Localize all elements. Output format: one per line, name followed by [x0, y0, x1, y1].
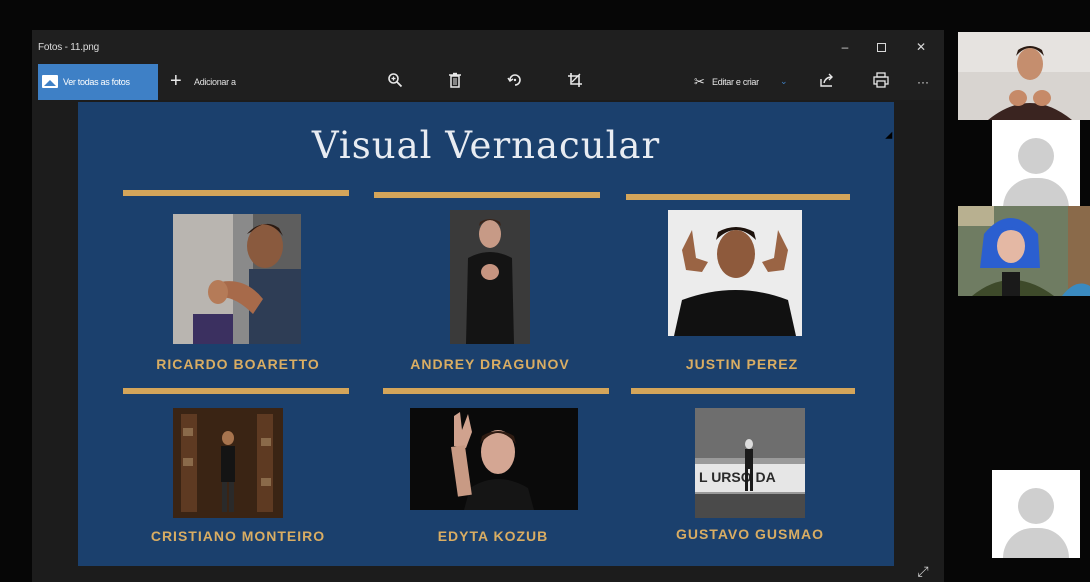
divider-bar — [626, 194, 850, 200]
share-icon[interactable] — [816, 72, 838, 92]
add-to-label: Adicionar a — [194, 77, 236, 87]
close-button[interactable]: ✕ — [904, 36, 938, 58]
crop-icon[interactable] — [564, 72, 586, 92]
performer-name: EDYTA KOZUB — [437, 528, 549, 544]
expand-icon[interactable]: ⤢ — [914, 563, 932, 579]
print-icon[interactable] — [870, 72, 892, 92]
performer-name: GUSTAVO GUSMAO — [675, 526, 825, 542]
divider-bar — [631, 388, 855, 394]
performer-name: RICARDO BOARETTO — [156, 356, 320, 372]
avatar-head-icon — [1018, 488, 1054, 524]
performer-photo — [450, 210, 530, 344]
desktop-screen: Fotos - 11.png – ✕ Ver todas as fotos + … — [0, 0, 1090, 582]
participant-avatar-tile[interactable] — [992, 120, 1080, 206]
window-title: Fotos - 11.png — [38, 42, 99, 53]
performer-name: ANDREY DRAGUNOV — [410, 356, 570, 372]
participant-video-tile[interactable] — [958, 32, 1090, 120]
title-bar: Fotos - 11.png – ✕ — [32, 30, 944, 64]
divider-bar — [123, 190, 349, 196]
rotate-icon[interactable] — [504, 72, 526, 92]
performer-photo — [173, 214, 301, 344]
zoom-in-icon[interactable] — [384, 72, 406, 92]
delete-icon[interactable] — [444, 72, 466, 92]
chevron-down-icon: ⌄ — [780, 76, 788, 86]
view-all-photos-label: Ver todas as fotos — [63, 77, 130, 87]
performer-photo: L URSO DA — [695, 408, 805, 518]
photo-toolbar: Ver todas as fotos + Adicionar a ✂ Edita… — [32, 64, 944, 100]
avatar-body-icon — [1003, 528, 1069, 558]
more-icon[interactable]: ··· — [912, 72, 934, 92]
photos-icon — [42, 75, 58, 88]
divider-bar — [123, 388, 349, 394]
presentation-slide: Visual Vernacular RICARDO BOARETTO ANDRE… — [78, 102, 894, 566]
edit-create-icon: ✂ — [694, 74, 705, 89]
avatar-body-icon — [1003, 178, 1069, 206]
svg-text:L URSO DA: L URSO DA — [699, 469, 776, 485]
divider-bar — [374, 192, 600, 198]
edit-and-create-label: Editar e criar — [712, 77, 759, 87]
maximize-icon — [876, 43, 886, 53]
view-all-photos-button[interactable]: Ver todas as fotos — [38, 64, 158, 100]
performer-photo — [410, 408, 578, 510]
divider-bar — [383, 388, 609, 394]
participant-avatar-tile[interactable] — [992, 470, 1080, 558]
slide-title: Visual Vernacular — [311, 124, 661, 167]
plus-icon: + — [170, 70, 182, 92]
maximize-button[interactable] — [864, 36, 898, 58]
performer-photo — [173, 408, 283, 518]
performer-name: CRISTIANO MONTEIRO — [150, 528, 326, 544]
performer-name: JUSTIN PEREZ — [685, 356, 799, 372]
avatar-head-icon — [1018, 138, 1054, 174]
minimize-button[interactable]: – — [828, 36, 862, 58]
participant-video-tile[interactable] — [958, 206, 1090, 296]
performer-photo — [668, 210, 802, 336]
